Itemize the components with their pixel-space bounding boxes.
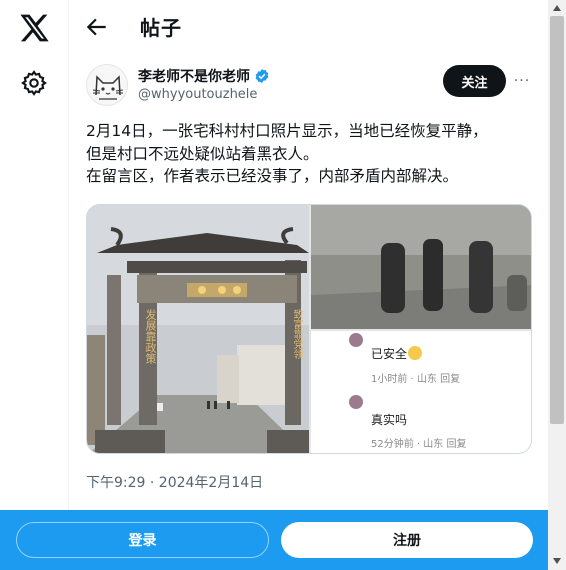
media-grid[interactable]: 发展靠政策 致富靠党领 已安全 1小时前 · 山东 回复 真实吗 52分钟前 ·…: [86, 204, 532, 454]
author-name[interactable]: 李老师不是你老师: [138, 66, 270, 86]
comment-meta: 52分钟前 · 山东 回复: [371, 439, 467, 450]
back-arrow-icon[interactable]: [84, 14, 110, 40]
gear-icon[interactable]: [20, 69, 48, 97]
avatar[interactable]: [86, 64, 128, 106]
tweet-text: 2月14日，一张宅科村村口照片显示，当地已经恢复平静， 但是村口不远处疑似站着黑…: [86, 120, 536, 188]
login-bar: 登录 注册: [0, 510, 548, 570]
page-title: 帖子: [140, 16, 182, 40]
scroll-thumb[interactable]: [550, 16, 564, 424]
comment-text: 真实吗: [371, 413, 408, 427]
cat-sketch-icon: [92, 75, 124, 100]
photo-village-gate[interactable]: 发展靠政策 致富靠党领: [87, 205, 309, 453]
tweet-line: 2月14日，一张宅科村村口照片显示，当地已经恢复平静，: [86, 122, 488, 140]
scroll-down-arrow-icon[interactable]: [552, 556, 562, 566]
commenter-avatar: [349, 333, 363, 347]
gate-left-sign: 发展靠政策: [144, 309, 157, 364]
gate-right-sign: 致富靠党领: [291, 309, 302, 359]
comment-text: 已安全: [371, 345, 423, 362]
page-header: 帖子: [70, 0, 548, 54]
photo-blurred-people[interactable]: [311, 205, 531, 329]
smile-emoji-icon: [408, 346, 423, 360]
x-logo-icon[interactable]: [18, 12, 50, 44]
left-nav: [0, 0, 69, 570]
author-handle[interactable]: @whyyoutouzhele: [138, 87, 257, 102]
scrollbar[interactable]: [548, 0, 566, 570]
login-button[interactable]: 登录: [16, 522, 269, 558]
comment-meta: 1小时前 · 山东 回复: [371, 374, 461, 385]
tweet-line: 但是村口不远处疑似站着黑衣人。: [86, 144, 319, 163]
tweet-timestamp[interactable]: 下午9:29 · 2024年2月14日: [86, 472, 263, 492]
signup-button[interactable]: 注册: [281, 522, 533, 558]
comment-screenshot[interactable]: 已安全 1小时前 · 山东 回复 真实吗 52分钟前 · 山东 回复: [311, 331, 531, 453]
commenter-avatar: [349, 395, 363, 409]
tweet-line: 在留言区，作者表示已经没事了，内部矛盾内部解决。: [86, 167, 459, 185]
more-icon[interactable]: ···: [512, 72, 532, 92]
follow-button[interactable]: 关注: [443, 65, 506, 97]
verified-badge-icon: [255, 69, 269, 83]
scroll-up-arrow-icon[interactable]: [552, 3, 562, 13]
author-name-text: 李老师不是你老师: [138, 69, 250, 85]
